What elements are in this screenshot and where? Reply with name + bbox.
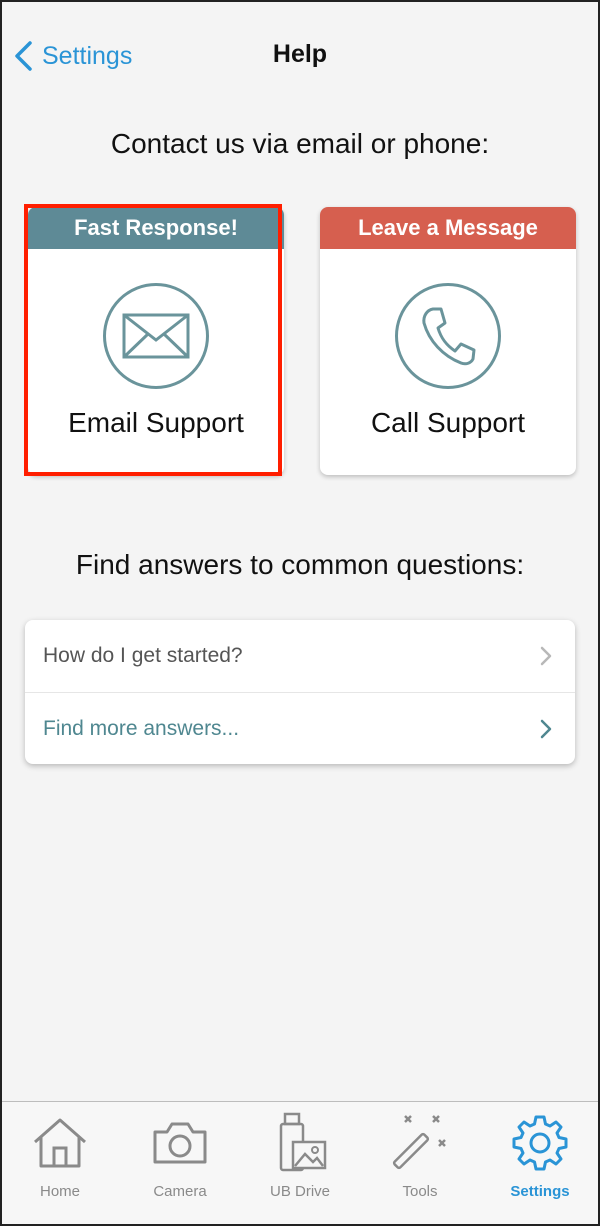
faq-item-get-started[interactable]: How do I get started? <box>25 620 575 692</box>
faq-item-more-answers[interactable]: Find more answers... <box>25 692 575 764</box>
faq-heading: Find answers to common questions: <box>75 549 525 580</box>
phone-icon-circle <box>395 283 501 389</box>
tab-camera[interactable]: Camera <box>120 1102 240 1226</box>
tab-bar: Home Camera UB Drive Tools Settings <box>0 1101 600 1226</box>
home-icon <box>34 1118 86 1168</box>
chevron-right-icon <box>540 719 552 738</box>
contact-heading: Contact us via email or phone: <box>110 128 490 159</box>
tab-tools[interactable]: Tools <box>360 1102 480 1226</box>
envelope-icon <box>122 313 190 359</box>
usb-drive-icon <box>279 1112 327 1172</box>
camera-icon <box>153 1122 207 1164</box>
tab-home[interactable]: Home <box>0 1102 120 1226</box>
tab-camera-label: Camera <box>153 1183 207 1200</box>
screen-frame <box>0 0 600 1226</box>
email-support-card[interactable]: Fast Response! Email Support <box>28 207 284 475</box>
call-support-card[interactable]: Leave a Message Call Support <box>320 207 576 475</box>
email-support-label: Email Support <box>68 407 244 438</box>
magic-wand-icon <box>392 1115 446 1170</box>
tab-tools-label: Tools <box>402 1183 438 1200</box>
tab-settings[interactable]: Settings <box>480 1102 600 1226</box>
tab-ub-drive[interactable]: UB Drive <box>240 1102 360 1226</box>
tab-settings-label: Settings <box>510 1183 570 1200</box>
faq-item-label: How do I get started? <box>43 644 243 667</box>
tab-home-label: Home <box>39 1183 80 1200</box>
chevron-right-icon <box>540 646 552 666</box>
faq-item-label: Find more answers... <box>43 716 240 740</box>
call-support-label: Call Support <box>370 407 526 438</box>
navigation-bar: Settings Help <box>0 0 600 110</box>
faq-list: How do I get started? Find more answers.… <box>25 620 575 764</box>
gear-icon <box>512 1115 568 1171</box>
envelope-icon-circle <box>103 283 209 389</box>
phone-icon <box>422 307 476 366</box>
fast-response-banner: Fast Response! <box>28 207 284 249</box>
tab-ub-drive-label: UB Drive <box>269 1183 330 1200</box>
leave-message-banner: Leave a Message <box>320 207 576 249</box>
page-title: Help <box>272 40 328 68</box>
